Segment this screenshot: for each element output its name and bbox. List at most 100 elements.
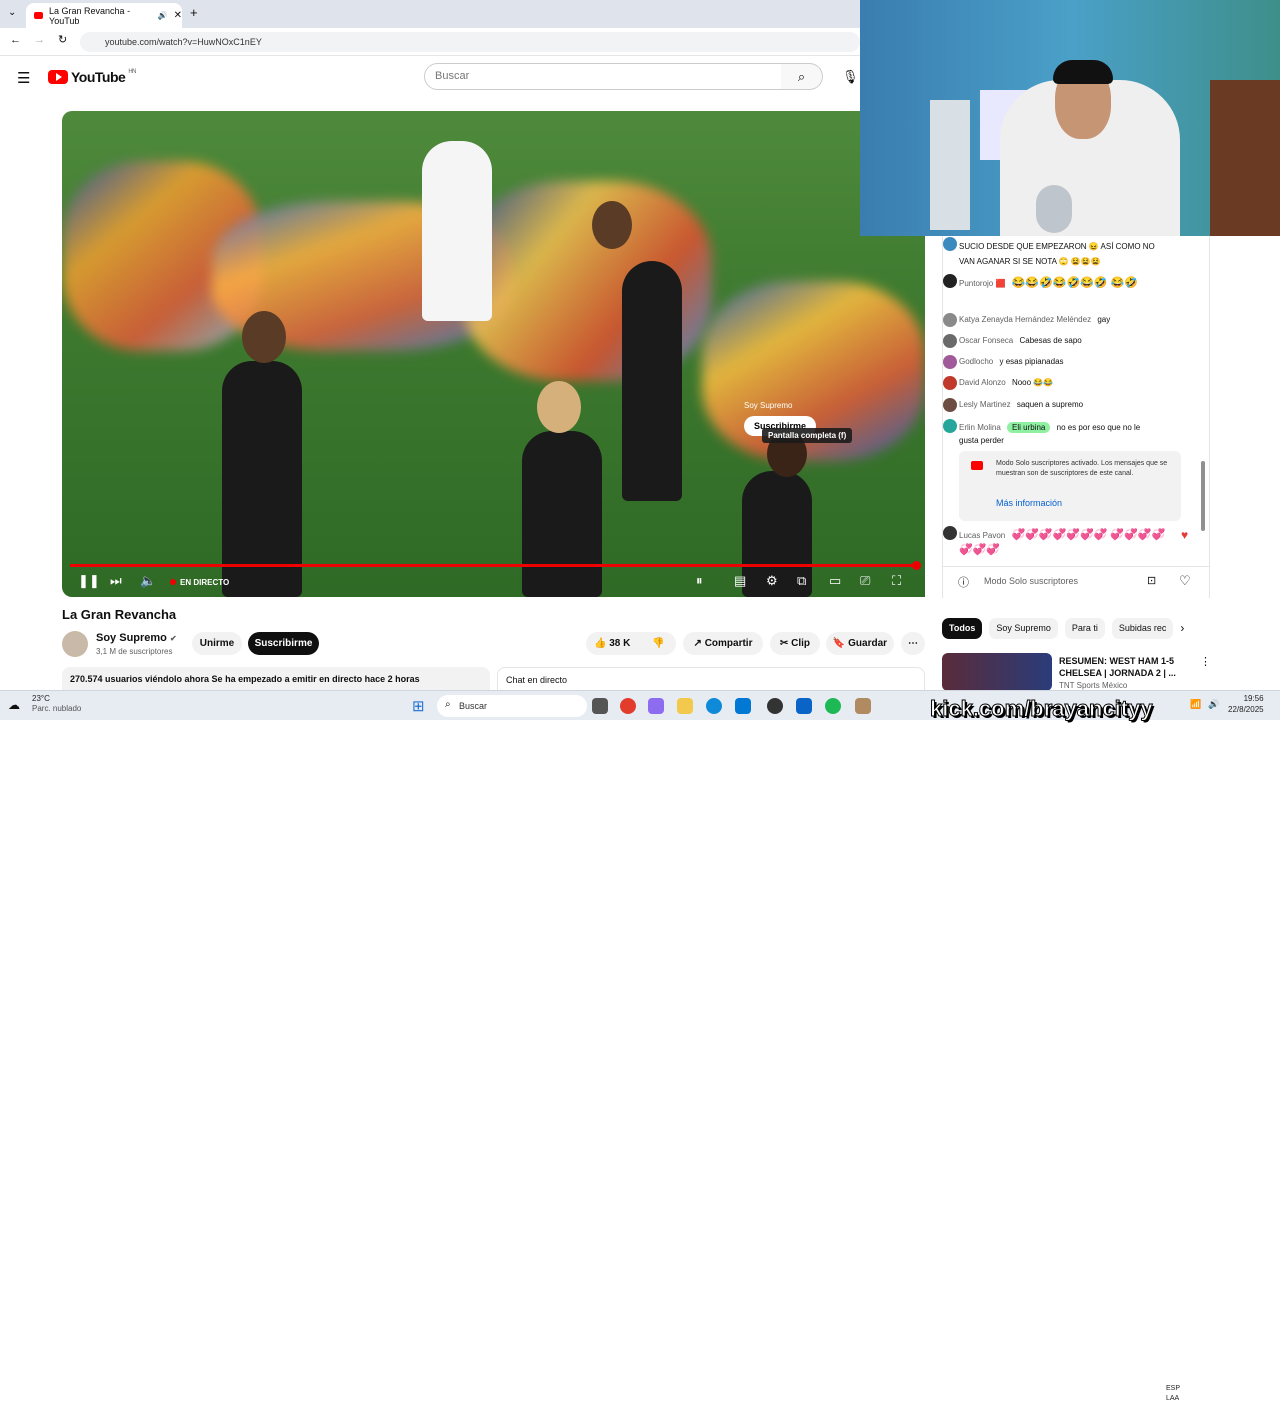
url-field[interactable]: youtube.com/watch?v=HuwNOxC1nEY [80, 32, 860, 52]
chat-message: Lesly Martinez saquen a supremo [943, 398, 1083, 412]
chat-author[interactable]: Erlin Molina [959, 423, 1001, 432]
super-chat-icon[interactable]: ⊡ [1147, 574, 1156, 587]
share-button[interactable]: ↗ Compartir [683, 632, 763, 655]
chat-avatar [943, 419, 957, 433]
chip-recent[interactable]: Subidas rec [1111, 618, 1174, 639]
address-bar: ← → ↻ youtube.com/watch?v=HuwNOxC1nEY [0, 28, 860, 56]
recommended-channel[interactable]: TNT Sports México [1059, 681, 1127, 690]
subtitles-icon[interactable]: ▤ [734, 573, 746, 589]
clip-button[interactable]: ✂ Clip [770, 632, 820, 655]
recommended-video[interactable]: RESUMEN: WEST HAM 1-5 CHELSEA | JORNADA … [942, 653, 1211, 691]
more-actions-button[interactable]: ⋯ [901, 632, 925, 655]
chat-author[interactable]: Godlocho [959, 357, 993, 366]
like-button[interactable]: 👍 38 K 👎 [586, 632, 676, 655]
task-view-icon[interactable] [592, 698, 608, 714]
forward-icon[interactable]: → [34, 34, 45, 46]
chat-input-placeholder[interactable]: Modo Solo suscriptores [984, 576, 1078, 586]
windows-start-icon[interactable]: ⊞ [412, 697, 425, 715]
subscribe-button[interactable]: Suscribirme [248, 632, 319, 655]
system-clock[interactable]: 19:56 22/8/2025 [1228, 693, 1264, 715]
logo-text: YouTube [71, 69, 126, 85]
notice-text: Modo Solo suscriptores activado. Los men… [996, 460, 1168, 477]
copilot-icon[interactable] [648, 698, 664, 714]
volume-tray-icon[interactable]: 🔊 [1208, 699, 1219, 710]
outlook-icon[interactable] [796, 698, 812, 714]
microphone-figure [1036, 185, 1072, 233]
edge-icon[interactable] [706, 698, 722, 714]
tab-title: La Gran Revancha - YouTub [49, 5, 131, 26]
language-indicator[interactable]: ESP LAA [1166, 1384, 1180, 1404]
chat-author[interactable]: Oscar Fonseca [959, 336, 1013, 345]
autoplay-toggle-icon[interactable]: ⏸ [696, 573, 703, 589]
verified-icon: ✔ [169, 634, 177, 643]
share-icon: ↗ [693, 638, 702, 649]
keyboard-layout: LAA [1166, 1395, 1180, 1402]
next-icon[interactable]: ⏭ [110, 573, 122, 589]
back-icon[interactable]: ← [10, 34, 21, 46]
browser-tab[interactable]: La Gran Revancha - YouTub 🔊 ✕ [26, 3, 182, 28]
pause-icon[interactable]: ❚❚ [78, 573, 100, 589]
cast-icon[interactable]: ⎚ [860, 573, 870, 589]
live-dot-icon [170, 579, 176, 585]
scissors-icon: ✂ [779, 638, 789, 649]
volume-icon[interactable]: 🔈 [140, 573, 156, 589]
settings-gear-icon[interactable]: ⚙ [766, 573, 778, 589]
channel-avatar[interactable] [62, 631, 88, 657]
live-indicator[interactable]: EN DIRECTO [170, 578, 229, 587]
video-player[interactable]: ❚❚ ⏭ 🔈 EN DIRECTO ⏸ ▤ ⚙ ⧉ ▭ ⎚ ⛶ [62, 111, 925, 597]
taskbar-search[interactable]: Buscar [437, 695, 587, 717]
menu-icon[interactable]: ☰ [17, 69, 30, 87]
search-input[interactable]: Buscar [424, 63, 782, 90]
spotify-icon[interactable] [825, 698, 841, 714]
progress-bar[interactable] [70, 564, 917, 567]
chat-author[interactable]: Katya Zenayda Hernández Meléndez [959, 315, 1091, 324]
more-options-icon[interactable]: ⋮ [1200, 655, 1211, 668]
temperature: 23°C [32, 694, 50, 703]
search-icon: ⌕ [797, 69, 806, 84]
store-icon[interactable] [735, 698, 751, 714]
close-tab-icon[interactable]: ✕ [174, 10, 182, 21]
info-icon[interactable]: ⓘ [958, 574, 969, 590]
search-button[interactable]: ⌕ [781, 63, 823, 90]
heart-outline-icon[interactable]: ♡ [1179, 573, 1191, 589]
miniplayer-icon[interactable]: ⧉ [797, 573, 806, 589]
chat-avatar [943, 274, 957, 288]
recommended-title[interactable]: RESUMEN: WEST HAM 1-5 CHELSEA | JORNADA … [1059, 655, 1199, 679]
region-code: HN [128, 69, 136, 75]
chrome-icon[interactable] [620, 698, 636, 714]
save-button[interactable]: 🔖 Guardar [826, 632, 894, 655]
fullscreen-icon[interactable]: ⛶ [892, 573, 901, 589]
chat-author[interactable]: David Alonzo [959, 378, 1006, 387]
chat-message: Katya Zenayda Hernández Meléndez gay [943, 313, 1110, 327]
chat-author[interactable]: Lucas Pavon [959, 531, 1005, 540]
new-tab-icon[interactable]: + [190, 5, 198, 20]
wifi-icon[interactable]: 📶 [1190, 699, 1201, 710]
more-info-link[interactable]: Más información [996, 498, 1062, 508]
weather-widget[interactable]: 23°C Parc. nublado [32, 694, 81, 714]
thumbs-up-icon: 👍 [594, 638, 607, 649]
youtube-logo[interactable]: YouTube HN [48, 69, 136, 85]
recommended-thumbnail[interactable] [942, 653, 1052, 691]
channel-name[interactable]: Soy Supremo ✔ [96, 632, 177, 644]
progress-scrubber[interactable] [912, 561, 921, 570]
chat-author[interactable]: Lesly Martinez [959, 400, 1011, 409]
tab-list-icon[interactable]: ⌄ [8, 7, 16, 18]
video-title: La Gran Revancha [62, 607, 177, 622]
chip-all[interactable]: Todos [942, 618, 983, 639]
player-figure [422, 141, 492, 321]
chip-channel[interactable]: Soy Supremo [989, 618, 1058, 639]
chip-for-you[interactable]: Para ti [1064, 618, 1105, 639]
chat-scrollbar[interactable] [1201, 461, 1205, 531]
chat-author[interactable]: Puntorojo 🟥 [959, 279, 1005, 288]
chevron-right-icon[interactable]: › [1180, 618, 1184, 639]
dislike-icon[interactable]: 👎 [652, 632, 664, 655]
obs-icon[interactable] [767, 698, 783, 714]
file-explorer-icon[interactable] [677, 698, 693, 714]
microphone-icon[interactable]: 🎙 [842, 69, 859, 85]
app-icon[interactable] [855, 698, 871, 714]
theater-mode-icon[interactable]: ▭ [829, 573, 841, 589]
chat-avatar [943, 526, 957, 540]
shelf-figure [930, 100, 970, 230]
reload-icon[interactable]: ↻ [58, 33, 67, 46]
join-button[interactable]: Unirme [192, 632, 242, 655]
